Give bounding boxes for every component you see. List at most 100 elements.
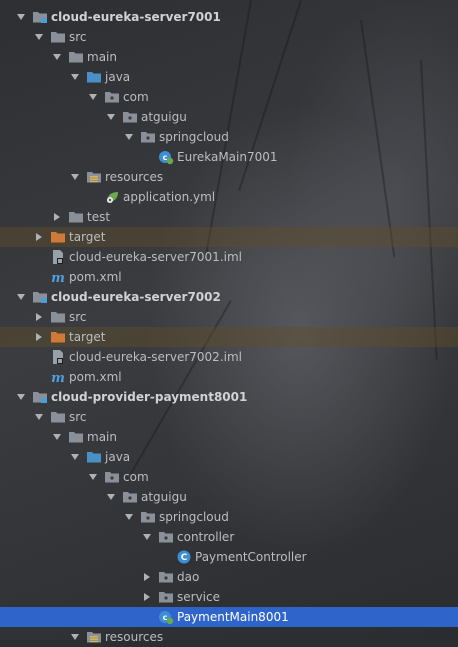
tree-node[interactable]: springcloud [0, 127, 458, 147]
tree-node[interactable]: src [0, 27, 458, 47]
java-class-icon: C [176, 549, 192, 565]
folder-icon [50, 309, 66, 325]
tree-node[interactable]: cloud-eureka-server7001.iml [0, 247, 458, 267]
folder-icon [68, 209, 84, 225]
iml-file-icon [50, 249, 66, 265]
tree-node[interactable]: com [0, 467, 458, 487]
tree-node-label: com [123, 90, 149, 104]
tree-node[interactable]: c EurekaMain7001 [0, 147, 458, 167]
tree-node[interactable]: main [0, 47, 458, 67]
tree-node-label: PaymentMain8001 [177, 610, 289, 624]
tree-node-label: java [105, 70, 131, 84]
tree-node[interactable]: test [0, 207, 458, 227]
tree-node-label: cloud-eureka-server7002 [51, 290, 221, 304]
chevron-down-icon[interactable] [52, 52, 62, 62]
chevron-right-icon[interactable] [142, 572, 152, 582]
tree-node[interactable]: main [0, 427, 458, 447]
tree-node[interactable]: m pom.xml [0, 267, 458, 287]
tree-node[interactable]: cloud-provider-payment8001 [0, 387, 458, 407]
chevron-down-icon[interactable] [52, 432, 62, 442]
spring-boot-class-icon: c [158, 149, 174, 165]
module-folder-icon [32, 389, 48, 405]
tree-node[interactable]: atguigu [0, 487, 458, 507]
module-folder-icon [32, 289, 48, 305]
tree-node[interactable]: cloud-eureka-server7002 [0, 287, 458, 307]
folder-icon [68, 49, 84, 65]
maven-pom-icon: m [50, 369, 66, 385]
excluded-folder-icon [50, 229, 66, 245]
chevron-down-icon[interactable] [106, 112, 116, 122]
chevron-right-icon[interactable] [34, 312, 44, 322]
chevron-down-icon[interactable] [70, 632, 80, 642]
tree-node[interactable]: springcloud [0, 507, 458, 527]
tree-node-label: src [69, 310, 87, 324]
tree-node[interactable]: dao [0, 567, 458, 587]
chevron-down-icon[interactable] [34, 412, 44, 422]
tree-node-label: pom.xml [69, 370, 122, 384]
tree-node-label: target [69, 230, 106, 244]
chevron-down-icon[interactable] [124, 132, 134, 142]
tree-node[interactable]: java [0, 67, 458, 87]
chevron-right-icon[interactable] [34, 232, 44, 242]
tree-node[interactable]: m pom.xml [0, 367, 458, 387]
folder-icon [68, 429, 84, 445]
tree-node-label: cloud-eureka-server7001 [51, 10, 221, 24]
chevron-down-icon[interactable] [16, 12, 26, 22]
chevron-down-icon[interactable] [34, 32, 44, 42]
chevron-right-icon[interactable] [142, 592, 152, 602]
tree-node[interactable]: cloud-eureka-server7001 [0, 7, 458, 27]
chevron-down-icon[interactable] [106, 492, 116, 502]
tree-node-label: pom.xml [69, 270, 122, 284]
tree-node[interactable]: resources [0, 627, 458, 647]
tree-node[interactable]: com [0, 87, 458, 107]
package-icon [122, 489, 138, 505]
package-icon [104, 469, 120, 485]
chevron-right-icon[interactable] [52, 212, 62, 222]
tree-node-label: service [177, 590, 220, 604]
tree-node[interactable]: atguigu [0, 107, 458, 127]
chevron-right-icon[interactable] [34, 332, 44, 342]
chevron-down-icon[interactable] [16, 292, 26, 302]
tree-node-label: cloud-eureka-server7002.iml [69, 350, 242, 364]
tree-node[interactable]: application.yml [0, 187, 458, 207]
chevron-down-icon[interactable] [70, 72, 80, 82]
tree-node-label: src [69, 30, 87, 44]
tree-node[interactable]: java [0, 447, 458, 467]
package-icon [158, 529, 174, 545]
chevron-down-icon[interactable] [70, 172, 80, 182]
package-icon [140, 129, 156, 145]
tree-node[interactable]: resources [0, 167, 458, 187]
chevron-down-icon[interactable] [124, 512, 134, 522]
tree-node[interactable]: target [0, 227, 458, 247]
package-icon [122, 109, 138, 125]
tree-node[interactable]: cloud-eureka-server7002.iml [0, 347, 458, 367]
tree-node[interactable]: target [0, 327, 458, 347]
tree-node-label: src [69, 410, 87, 424]
chevron-down-icon[interactable] [88, 92, 98, 102]
tree-node[interactable]: src [0, 407, 458, 427]
tree-node[interactable]: C PaymentController [0, 547, 458, 567]
tree-node-label: springcloud [159, 130, 229, 144]
tree-node-label: application.yml [123, 190, 216, 204]
tree-node-label: atguigu [141, 490, 187, 504]
chevron-down-icon[interactable] [88, 472, 98, 482]
maven-pom-icon: m [50, 269, 66, 285]
chevron-down-icon[interactable] [142, 532, 152, 542]
spring-boot-class-icon: c [158, 609, 174, 625]
iml-file-icon [50, 349, 66, 365]
tree-node[interactable]: c PaymentMain8001 [0, 607, 458, 627]
package-icon [104, 89, 120, 105]
tree-node-label: springcloud [159, 510, 229, 524]
chevron-down-icon[interactable] [70, 452, 80, 462]
resources-folder-icon [86, 629, 102, 645]
tree-node[interactable]: service [0, 587, 458, 607]
chevron-down-icon[interactable] [16, 392, 26, 402]
module-folder-icon [32, 9, 48, 25]
tree-node[interactable]: src [0, 307, 458, 327]
tree-node[interactable]: controller [0, 527, 458, 547]
